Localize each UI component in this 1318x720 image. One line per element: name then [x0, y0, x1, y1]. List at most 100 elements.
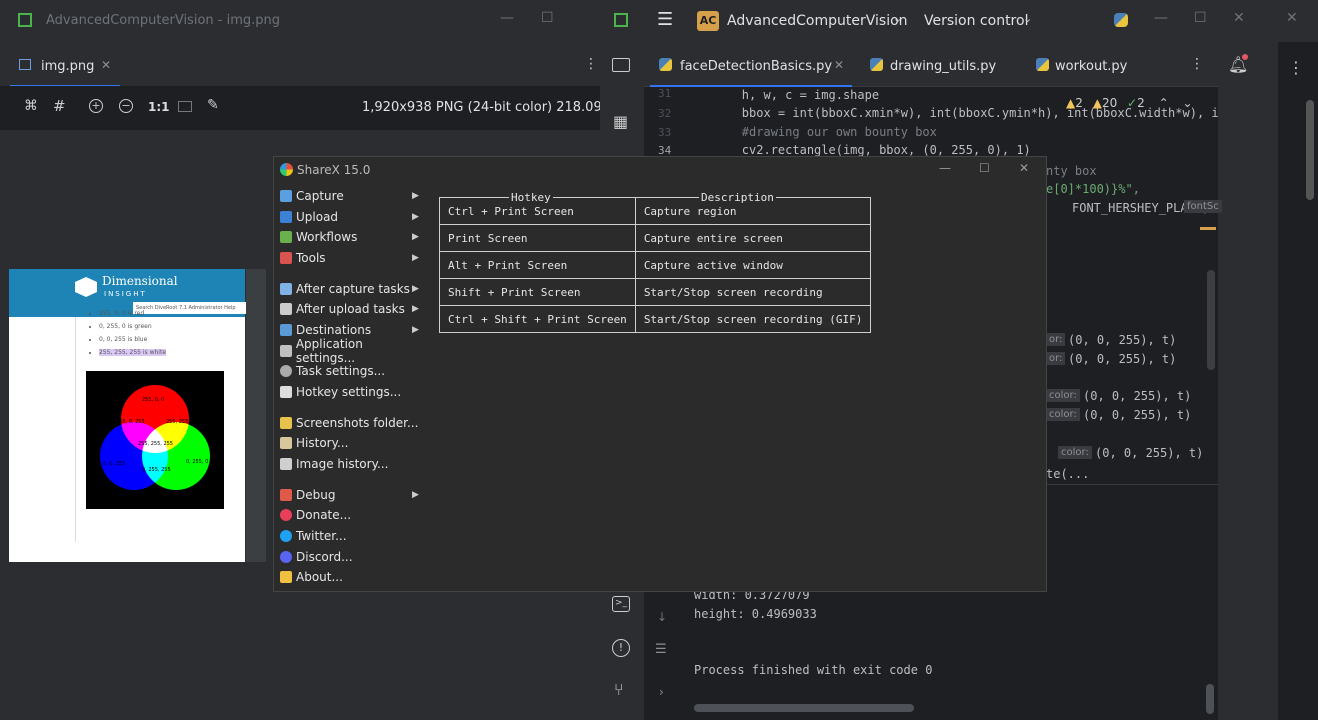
- scroll-down-icon[interactable]: ↓: [657, 610, 667, 624]
- console-line: Process finished with exit code 0: [694, 663, 933, 677]
- maximize-button[interactable]: ☐: [1194, 10, 1207, 26]
- zoom-in-icon[interactable]: +: [89, 99, 103, 113]
- scrollbar-thumb[interactable]: [1306, 100, 1314, 200]
- close-button[interactable]: ✕: [1286, 10, 1298, 26]
- sharex-logo-icon: [280, 163, 293, 176]
- venn-label-white: 255, 255, 255: [138, 441, 173, 447]
- tab-face-detection[interactable]: faceDetectionBasics.py ✕: [650, 42, 852, 87]
- table-row[interactable]: Ctrl + Print Screen Capture region: [439, 197, 872, 225]
- more-options-icon[interactable]: ⋮: [1288, 58, 1304, 77]
- chevron-down-icon[interactable]: ⌄: [1182, 96, 1192, 110]
- menu-capture[interactable]: Capture ▶: [280, 186, 419, 206]
- description-cell: Capture active window: [634, 251, 872, 279]
- menu-upload[interactable]: Upload ▶: [280, 207, 419, 227]
- folder-icon[interactable]: [612, 58, 630, 72]
- menu-image-history[interactable]: Image history...: [280, 454, 388, 474]
- color-picker-icon[interactable]: ✎: [207, 97, 219, 113]
- console-scrollbar[interactable]: [694, 704, 914, 712]
- venn-label-red: 255, 0, 0: [142, 397, 165, 403]
- tab-drawing-utils[interactable]: drawing_utils.py: [866, 42, 1006, 85]
- structure-icon[interactable]: ▦: [613, 112, 628, 131]
- fit-zoom-icon[interactable]: ⌘: [24, 98, 38, 114]
- problems-icon[interactable]: !: [612, 639, 630, 657]
- image-preview: Dimensional INSIGHT Search DiveRoot 7.1 …: [9, 269, 248, 562]
- actual-size-button[interactable]: 1:1: [148, 100, 170, 114]
- warning-icon: ▲: [1092, 96, 1102, 110]
- menu-twitter[interactable]: Twitter...: [280, 526, 347, 546]
- menu-task-settings[interactable]: Task settings...: [280, 361, 385, 381]
- python-file-icon: [870, 58, 883, 71]
- code-editor[interactable]: 31 32 33 34 h, w, c = img.shape bbox = i…: [644, 86, 1218, 160]
- logo-icon: [75, 277, 97, 297]
- maximize-button[interactable]: ☐: [541, 10, 554, 26]
- menu-discord[interactable]: Discord...: [280, 547, 353, 567]
- discord-icon: [280, 551, 292, 563]
- menu-application-settings[interactable]: Application settings...: [280, 337, 424, 365]
- close-icon[interactable]: ✕: [834, 58, 844, 72]
- minimize-button[interactable]: —: [1154, 10, 1168, 26]
- chevron-down-icon[interactable]: ⌄: [893, 12, 902, 25]
- close-icon[interactable]: ✕: [101, 58, 111, 72]
- menu-workflows[interactable]: Workflows ▶: [280, 227, 419, 247]
- window-title: AdvancedComputerVision - img.png: [46, 13, 280, 28]
- sharex-main-menu: Capture ▶ Upload ▶ Workflows ▶ Tools ▶ After…: [274, 185, 424, 591]
- folder-icon: [280, 417, 292, 429]
- menu-screenshots-folder[interactable]: Screenshots folder...: [280, 413, 418, 433]
- tab-img-png[interactable]: img.png ✕: [10, 42, 120, 87]
- inspection-widget[interactable]: ▲2 ▲20 ✓2 ⌃ ⌄: [1066, 96, 1193, 110]
- table-row[interactable]: Alt + Print Screen Capture active window: [439, 251, 872, 279]
- editor-scrollbar[interactable]: [1207, 270, 1215, 370]
- menu-after-upload-tasks[interactable]: After upload tasks ▶: [280, 299, 419, 319]
- destinations-icon: [280, 324, 292, 336]
- more-options-icon[interactable]: ⋮: [1190, 56, 1204, 72]
- line-number: 33: [658, 126, 672, 139]
- close-button[interactable]: ✕: [1233, 10, 1245, 26]
- venn-label-yellow: 255, 255, 0: [166, 419, 195, 425]
- project-name[interactable]: AdvancedComputerVision: [727, 13, 908, 29]
- vcs-label[interactable]: Version control: [924, 13, 1028, 29]
- table-row[interactable]: Print Screen Capture entire screen: [439, 224, 872, 252]
- table-row[interactable]: Ctrl + Shift + Print Screen Start/Stop s…: [439, 305, 872, 333]
- minimize-button[interactable]: —: [500, 10, 514, 26]
- menu-about[interactable]: About...: [280, 567, 343, 587]
- chevron-down-icon[interactable]: ⌄: [1023, 12, 1032, 25]
- code-fragment: (0, 0, 255), t): [1083, 389, 1192, 403]
- background-icon[interactable]: [178, 101, 192, 112]
- terminal-icon[interactable]: >_: [612, 596, 630, 612]
- menu-debug[interactable]: Debug ▶: [280, 485, 419, 505]
- param-hint: color:: [1058, 446, 1092, 459]
- git-icon[interactable]: ⑂: [614, 680, 624, 699]
- tab-workout[interactable]: workout.py: [1032, 42, 1152, 85]
- venn-label-blue: 0, 0, 255: [103, 461, 126, 467]
- code-fragment: nty box: [1046, 164, 1097, 178]
- expand-icon[interactable]: ›: [659, 685, 664, 699]
- python-icon[interactable]: [1114, 13, 1128, 27]
- menu-hotkey-settings[interactable]: Hotkey settings...: [280, 382, 401, 402]
- menu-history[interactable]: History...: [280, 433, 348, 453]
- green-circle: [142, 422, 210, 490]
- chevron-up-icon[interactable]: ⌃: [1159, 96, 1169, 110]
- hint-marker: [1200, 224, 1216, 230]
- more-options-icon[interactable]: ⋮: [584, 56, 598, 72]
- table-row[interactable]: Shift + Print Screen Start/Stop screen r…: [439, 278, 872, 306]
- tab-label: img.png: [41, 59, 95, 74]
- wrap-icon[interactable]: ☰: [655, 642, 667, 657]
- tools-icon: [280, 252, 292, 264]
- grid-icon[interactable]: #: [53, 97, 66, 115]
- close-button[interactable]: ✕: [1019, 161, 1029, 175]
- brand-top: Dimensional: [102, 274, 178, 288]
- main-menu-icon[interactable]: ☰: [657, 9, 673, 30]
- maximize-button[interactable]: ☐: [979, 161, 990, 175]
- zoom-out-icon[interactable]: −: [119, 99, 133, 113]
- console-vscrollbar[interactable]: [1206, 684, 1214, 714]
- description-cell: Start/Stop screen recording: [634, 278, 872, 306]
- capture-icon: [280, 190, 292, 202]
- menu-donate[interactable]: Donate...: [280, 505, 351, 525]
- code-fragment: (0, 0, 255), t): [1083, 408, 1192, 422]
- description-cell: Start/Stop screen recording (GIF): [634, 305, 872, 333]
- upload-icon: [280, 211, 292, 223]
- menu-tools[interactable]: Tools ▶: [280, 248, 419, 268]
- menu-after-capture-tasks[interactable]: After capture tasks ▶: [280, 279, 419, 299]
- minimize-button[interactable]: —: [939, 161, 951, 175]
- bullet-item: 0, 255, 0 is green: [99, 320, 166, 333]
